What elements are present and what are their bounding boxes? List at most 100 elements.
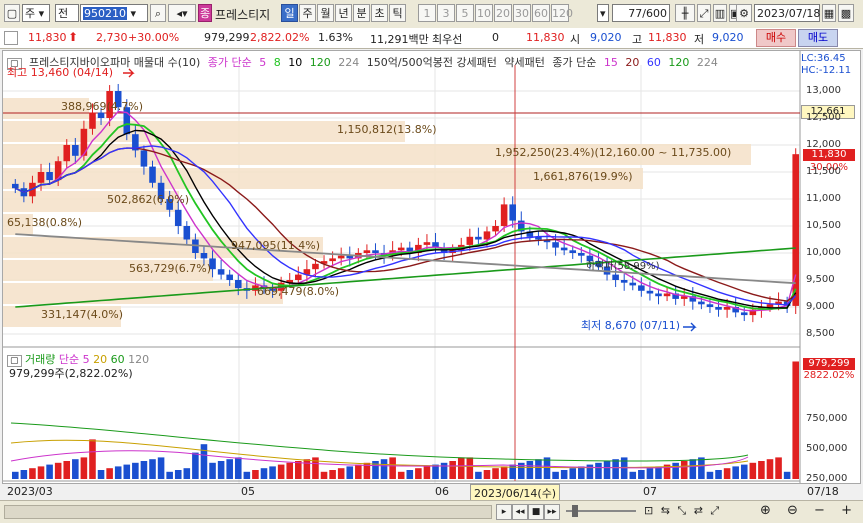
candle-body-65 bbox=[569, 250, 577, 253]
lc-hc-values: LC:36.45 HC:-12.11 bbox=[801, 53, 851, 77]
interval-button-20[interactable]: 20 bbox=[494, 4, 512, 22]
period-button-1[interactable]: 주 bbox=[299, 4, 316, 22]
expand-icon[interactable]: ⤢ bbox=[697, 4, 711, 22]
interval-button-120[interactable]: 120 bbox=[551, 4, 573, 22]
interval-button-3[interactable]: 3 bbox=[437, 4, 455, 22]
date-label-mar: 2023/03 bbox=[7, 485, 53, 498]
price-change-pct: +30.00% bbox=[128, 31, 180, 44]
candle-style-icon[interactable]: ╫ bbox=[675, 4, 695, 22]
legend-ma2-120: 120 bbox=[668, 56, 690, 69]
volume-bar-38 bbox=[337, 468, 345, 479]
volume-bar-10 bbox=[97, 470, 105, 479]
price-tick-9: 8,500 bbox=[806, 328, 835, 339]
interval-button-30[interactable]: 30 bbox=[513, 4, 531, 22]
scroll-right-icon[interactable]: ▸ bbox=[496, 504, 512, 520]
period-button-6[interactable]: 틱 bbox=[389, 4, 406, 22]
interval-button-1[interactable]: 1 bbox=[418, 4, 436, 22]
search-icon[interactable]: ⌕ bbox=[150, 4, 166, 22]
candle-body-64 bbox=[560, 247, 568, 251]
volume-bar-21 bbox=[192, 452, 199, 479]
candle-body-75 bbox=[655, 293, 662, 297]
volume-bar-53 bbox=[466, 457, 474, 479]
volume-bar-68 bbox=[595, 462, 602, 479]
candle-body-10 bbox=[97, 112, 105, 118]
calendar-icon[interactable]: ▦ bbox=[822, 4, 836, 22]
trade-amount: 11,291백만 bbox=[370, 33, 429, 46]
zoom-buttons[interactable]: ⊕ ⊖ − + bbox=[760, 503, 858, 518]
candle-body-55 bbox=[483, 231, 491, 240]
interval-button-10[interactable]: 10 bbox=[475, 4, 493, 22]
candle-body-54 bbox=[475, 236, 482, 240]
volume-bar-73 bbox=[638, 470, 645, 479]
type-select[interactable]: 전 ▾ bbox=[55, 4, 79, 38]
data-count-total: /600 bbox=[642, 7, 667, 20]
scroll-track[interactable] bbox=[4, 505, 492, 519]
date-field[interactable]: 2023/07/18 bbox=[754, 4, 820, 22]
period-button-3[interactable]: 년 bbox=[335, 4, 352, 22]
sound-icon[interactable]: ◂▾ bbox=[168, 4, 196, 22]
volume-bar-26 bbox=[234, 457, 242, 479]
volume-bar-17 bbox=[157, 457, 165, 479]
gear-icon[interactable]: ⚙ bbox=[736, 4, 752, 22]
volume-tag: 979,299 bbox=[803, 358, 855, 370]
volume-bar-67 bbox=[586, 464, 594, 479]
chart-scrollbar[interactable]: ▸ ◂◂ ■ ▸▸ ⊡ ⇆ ⤡ ⇄ ⤢ ⊕ ⊖ − + bbox=[0, 500, 863, 523]
candle-body-45 bbox=[397, 247, 405, 251]
volume-bar-43 bbox=[380, 459, 388, 479]
dropdown-arrow-icon[interactable]: ▾ bbox=[597, 4, 609, 22]
layout-icon[interactable]: ▢ bbox=[4, 4, 20, 22]
sell-button[interactable]: 매도 bbox=[798, 29, 838, 47]
current-price-2: 11,830 bbox=[526, 31, 565, 44]
volume-bar-34 bbox=[303, 459, 311, 479]
profile-label-5: 502,862(6.0%) bbox=[107, 193, 190, 206]
chart-panel[interactable]: ▢ 프레스티지바이오파마 매물대 수(10) 종가 단순 5 8 10 120 … bbox=[2, 50, 861, 502]
data-count-field[interactable]: 77/600 bbox=[612, 4, 670, 22]
volume-bar-16 bbox=[149, 459, 156, 479]
market-select[interactable]: 주 ▾ bbox=[22, 4, 50, 22]
volume-bar-51 bbox=[449, 461, 456, 479]
grid-icon[interactable]: ▩ bbox=[838, 4, 854, 22]
volume-bar-8 bbox=[80, 457, 88, 479]
volume-bar-49 bbox=[432, 464, 439, 479]
candle-body-7 bbox=[72, 145, 79, 156]
period-button-5[interactable]: 초 bbox=[371, 4, 388, 22]
high-arrow-icon bbox=[123, 68, 135, 78]
interval-button-5[interactable]: 5 bbox=[456, 4, 474, 22]
period-button-4[interactable]: 분 bbox=[353, 4, 370, 22]
volume-bar-25 bbox=[226, 459, 233, 479]
high-price: 11,830 bbox=[648, 31, 687, 44]
volume-bar-32 bbox=[286, 462, 294, 479]
period-button-0[interactable]: 일 bbox=[281, 4, 298, 22]
pattern-label: 하락파(58.99%) bbox=[586, 261, 660, 272]
split-icon[interactable]: ▥ bbox=[713, 4, 727, 22]
step-forward-icon[interactable]: ▸▸ bbox=[544, 504, 560, 520]
view-mode-icons[interactable]: ⊡ ⇆ ⤡ ⇄ ⤢ bbox=[644, 504, 721, 518]
volume-bar-46 bbox=[406, 470, 414, 479]
volume-bar-55 bbox=[483, 470, 491, 479]
period-button-2[interactable]: 월 bbox=[317, 4, 334, 22]
zoom-slider-handle[interactable] bbox=[572, 505, 578, 517]
date-label-end: 07/18 bbox=[807, 485, 839, 498]
price-tick-5: 10,500 bbox=[806, 220, 841, 231]
stop-icon[interactable]: ■ bbox=[528, 504, 544, 520]
volume-bar-19 bbox=[174, 470, 182, 479]
stock-code-input[interactable]: 950210 ▾ bbox=[80, 4, 148, 22]
interval-button-60[interactable]: 60 bbox=[532, 4, 550, 22]
volume-bar-0 bbox=[12, 471, 19, 479]
price-tick-8: 9,000 bbox=[806, 301, 835, 312]
volume-bar-70 bbox=[612, 459, 619, 479]
buy-button[interactable]: 매수 bbox=[756, 29, 796, 47]
volume-bar-63 bbox=[552, 471, 559, 479]
legend-ma2-label: 종가 단순 bbox=[552, 56, 597, 69]
legend-pattern-1: 150억/500억봉전 강세패턴 bbox=[366, 56, 497, 69]
stock-code-value: 950210 bbox=[83, 7, 127, 20]
legend-ma2-20: 20 bbox=[625, 56, 640, 69]
candle-body-70 bbox=[612, 274, 619, 280]
volume-bar-87 bbox=[758, 461, 765, 479]
volume-bar-88 bbox=[766, 459, 774, 479]
checkbox[interactable] bbox=[4, 31, 18, 45]
candle-body-38 bbox=[337, 255, 345, 259]
main-toolbar: ▢ 주 ▾ 전 ▾ 950210 ▾ ⌕ ◂▾ 종 프레스티지 ▾ 77/600… bbox=[0, 0, 863, 38]
price-tick-3: 11,500 bbox=[806, 166, 841, 177]
step-back-icon[interactable]: ◂◂ bbox=[512, 504, 528, 520]
